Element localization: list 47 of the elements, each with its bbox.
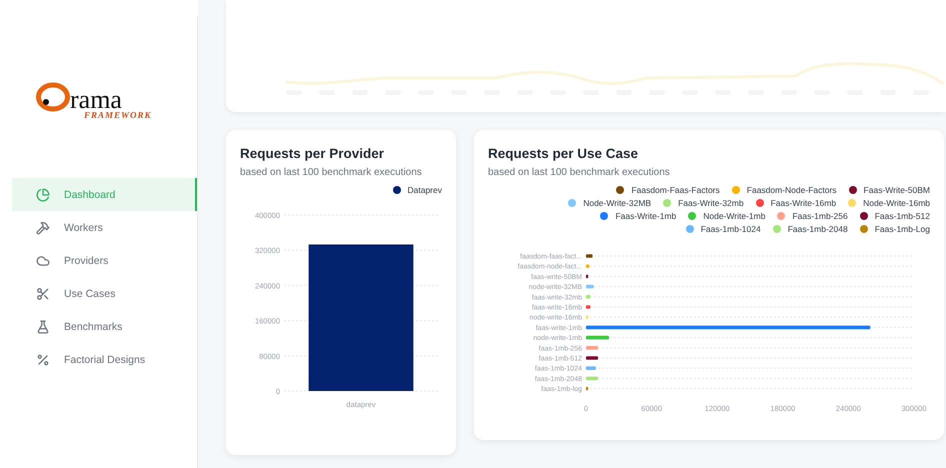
- sidebar-item[interactable]: Benchmarks: [12, 310, 197, 343]
- flask-icon: [36, 320, 50, 334]
- legend-label: Faas-Write-32mb: [678, 198, 744, 208]
- legend-label: Node-Write-32MB: [583, 198, 652, 208]
- bar: [586, 346, 598, 350]
- legend-label: Faas-1mb-512: [874, 211, 930, 221]
- bar: [586, 386, 588, 390]
- legend-label: Node-Write-16mb: [863, 198, 930, 208]
- logo-wordmark: rama: [70, 88, 122, 112]
- pie-chart-icon: [36, 188, 50, 202]
- bar: [586, 356, 598, 360]
- legend-label: Faas-Write-1mb: [615, 211, 676, 221]
- card-subtitle: based on last 100 benchmark executions: [488, 166, 671, 180]
- card-title: Requests per Use Case: [488, 146, 640, 161]
- bar: [586, 336, 609, 340]
- logo-icon: [36, 82, 70, 112]
- cloud-icon: [36, 254, 50, 268]
- card-subtitle: based on last 100 benchmark executions: [240, 166, 423, 180]
- scissors-icon: [36, 286, 50, 300]
- card-title: Requests per Provider: [240, 146, 386, 161]
- legend-label: Faas-1mb-256: [792, 211, 848, 221]
- bar: [586, 305, 590, 309]
- sidebar-item[interactable]: Factorial Designs: [12, 343, 197, 376]
- legend-label: Node-Write-1mb: [703, 211, 766, 221]
- legend-label: Faasdom-Node-Factors: [746, 185, 837, 195]
- bar: [586, 264, 590, 268]
- legend-label: Faas-Write-16mb: [770, 198, 836, 208]
- legend-label: Faas-Write-50BM: [864, 185, 930, 195]
- bar: [586, 366, 596, 370]
- bar: [586, 254, 593, 258]
- legend-label: Faasdom-Faas-Factors: [631, 185, 720, 195]
- legend-label: Faas-1mb-1024: [700, 224, 761, 234]
- legend-label: Faas-1mb-2048: [788, 224, 848, 234]
- legend-label: Faas-1mb-Log: [874, 224, 930, 234]
- sidebar-item[interactable]: Workers: [12, 211, 197, 244]
- sidebar-item[interactable]: Dashboard: [12, 178, 197, 211]
- sidebar-item[interactable]: Providers: [12, 244, 197, 277]
- hammer-icon: [36, 220, 50, 234]
- bar: [586, 284, 594, 288]
- bar: [586, 315, 588, 319]
- bar: [586, 274, 588, 278]
- legend-label: Dataprev: [408, 185, 442, 195]
- percent-icon: [36, 352, 50, 366]
- sidebar-item[interactable]: Use Cases: [12, 277, 197, 310]
- bar: [586, 376, 598, 380]
- bar: [586, 295, 590, 299]
- logo-tagline: FRAMEWORK: [84, 110, 153, 120]
